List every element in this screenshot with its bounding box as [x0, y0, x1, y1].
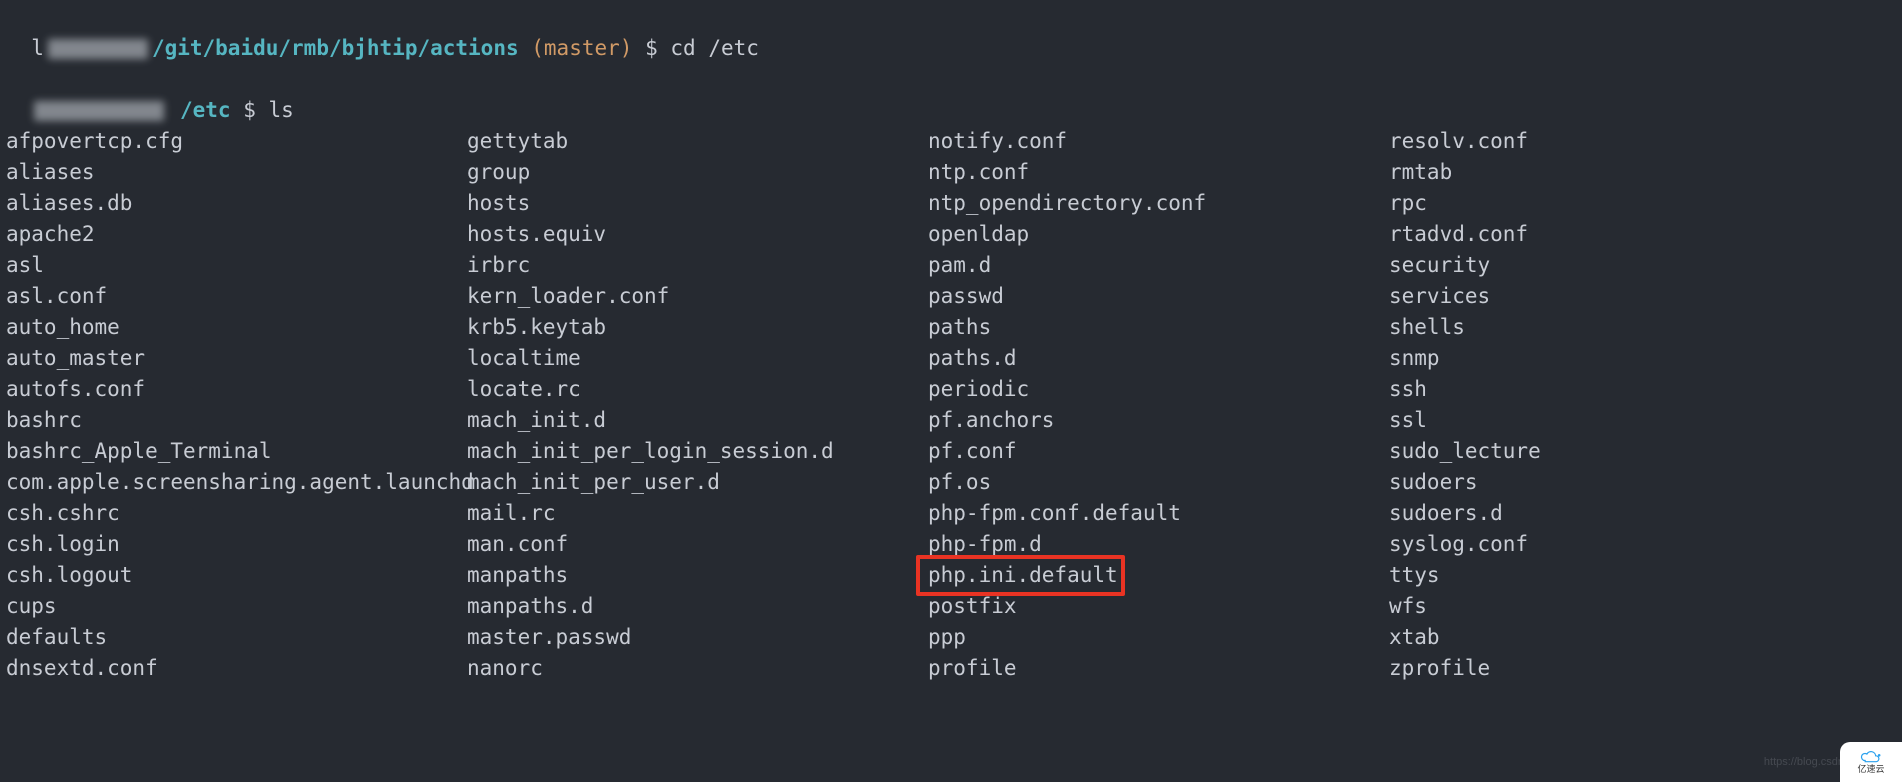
- ls-item: ssh: [1389, 374, 1896, 405]
- ls-item: pf.conf: [928, 436, 1389, 467]
- ls-item: pf.os: [928, 467, 1389, 498]
- ls-item: csh.logout: [6, 560, 467, 591]
- ls-item: paths: [928, 312, 1389, 343]
- ls-item: group: [467, 157, 928, 188]
- ls-item: openldap: [928, 219, 1389, 250]
- ls-item: asl.conf: [6, 281, 467, 312]
- cloud-icon: [1857, 749, 1885, 765]
- ls-item: sudo_lecture: [1389, 436, 1896, 467]
- ls-item: periodic: [928, 374, 1389, 405]
- ls-item: mach_init_per_user.d: [467, 467, 928, 498]
- ls-item: master.passwd: [467, 622, 928, 653]
- command-text: ls: [269, 98, 294, 122]
- ls-column-4: resolv.confrmtabrpcrtadvd.confsecurityse…: [1389, 126, 1896, 684]
- ls-item: notify.conf: [928, 126, 1389, 157]
- prompt-symbol: $: [243, 98, 256, 122]
- ls-item: manpaths: [467, 560, 928, 591]
- user-prefix: l: [31, 36, 44, 60]
- ls-item: gettytab: [467, 126, 928, 157]
- ls-item: hosts.equiv: [467, 219, 928, 250]
- command-text: cd /etc: [670, 36, 759, 60]
- ls-item: postfix: [928, 591, 1389, 622]
- ls-item: mach_init_per_login_session.d: [467, 436, 928, 467]
- ls-item: services: [1389, 281, 1896, 312]
- ls-item: rtadvd.conf: [1389, 219, 1896, 250]
- ls-item: asl: [6, 250, 467, 281]
- cwd-path: /etc: [180, 98, 231, 122]
- terminal-line-2[interactable]: /etc $ ls: [6, 64, 1896, 126]
- ls-item: ssl: [1389, 405, 1896, 436]
- highlight-box: [916, 555, 1125, 596]
- ls-item: man.conf: [467, 529, 928, 560]
- ls-column-2: gettytabgrouphostshosts.equivirbrckern_l…: [467, 126, 928, 684]
- ls-item: ttys: [1389, 560, 1896, 591]
- ls-item: bashrc: [6, 405, 467, 436]
- ls-item: php-fpm.conf.default: [928, 498, 1389, 529]
- ls-item: hosts: [467, 188, 928, 219]
- ls-item: paths.d: [928, 343, 1389, 374]
- censored-user: [31, 95, 167, 126]
- ls-item: kern_loader.conf: [467, 281, 928, 312]
- watermark-badge: 亿速云: [1840, 742, 1902, 782]
- ls-item: resolv.conf: [1389, 126, 1896, 157]
- watermark-url: https://blog.csdn: [1764, 747, 1844, 778]
- ls-item: security: [1389, 250, 1896, 281]
- ls-item: pam.d: [928, 250, 1389, 281]
- ls-item: locate.rc: [467, 374, 928, 405]
- ls-item: irbrc: [467, 250, 928, 281]
- ls-item: shells: [1389, 312, 1896, 343]
- ls-item: afpovertcp.cfg: [6, 126, 467, 157]
- ls-item: profile: [928, 653, 1389, 684]
- ls-item: xtab: [1389, 622, 1896, 653]
- ls-item: nanorc: [467, 653, 928, 684]
- ls-item: auto_home: [6, 312, 467, 343]
- ls-item: aliases: [6, 157, 467, 188]
- ls-item: passwd: [928, 281, 1389, 312]
- ls-item: com.apple.screensharing.agent.launchd: [6, 467, 467, 498]
- ls-item: auto_master: [6, 343, 467, 374]
- ls-item: dnsextd.conf: [6, 653, 467, 684]
- prompt-symbol: $: [645, 36, 658, 60]
- ls-item: pf.anchors: [928, 405, 1389, 436]
- ls-item: sudoers: [1389, 467, 1896, 498]
- ls-item: aliases.db: [6, 188, 467, 219]
- ls-item: syslog.conf: [1389, 529, 1896, 560]
- watermark-brand: 亿速云: [1857, 765, 1884, 775]
- ls-item: defaults: [6, 622, 467, 653]
- ls-item: php-fpm.d: [928, 529, 1389, 560]
- ls-item: mail.rc: [467, 498, 928, 529]
- ls-item: manpaths.d: [467, 591, 928, 622]
- censored-user: [44, 33, 152, 64]
- cwd-path: /git/baidu/rmb/bjhtip/actions: [152, 36, 519, 60]
- ls-item: localtime: [467, 343, 928, 374]
- ls-item: mach_init.d: [467, 405, 928, 436]
- ls-column-1: afpovertcp.cfgaliasesaliases.dbapache2as…: [6, 126, 467, 684]
- ls-item: rpc: [1389, 188, 1896, 219]
- ls-item: ppp: [928, 622, 1389, 653]
- ls-item: sudoers.d: [1389, 498, 1896, 529]
- ls-item: bashrc_Apple_Terminal: [6, 436, 467, 467]
- ls-item: ntp_opendirectory.conf: [928, 188, 1389, 219]
- ls-item: php.ini.default: [928, 560, 1389, 591]
- ls-item: krb5.keytab: [467, 312, 928, 343]
- ls-item: cups: [6, 591, 467, 622]
- terminal-line-1[interactable]: l/git/baidu/rmb/bjhtip/actions (master) …: [6, 2, 1896, 64]
- ls-column-3: notify.confntp.confntp_opendirectory.con…: [928, 126, 1389, 684]
- ls-item: ntp.conf: [928, 157, 1389, 188]
- ls-item: wfs: [1389, 591, 1896, 622]
- ls-item: autofs.conf: [6, 374, 467, 405]
- ls-item: apache2: [6, 219, 467, 250]
- ls-item: snmp: [1389, 343, 1896, 374]
- ls-output[interactable]: afpovertcp.cfgaliasesaliases.dbapache2as…: [6, 126, 1896, 684]
- ls-item: csh.cshrc: [6, 498, 467, 529]
- ls-item: zprofile: [1389, 653, 1896, 684]
- ls-item: csh.login: [6, 529, 467, 560]
- git-branch: (master): [531, 36, 632, 60]
- ls-item: rmtab: [1389, 157, 1896, 188]
